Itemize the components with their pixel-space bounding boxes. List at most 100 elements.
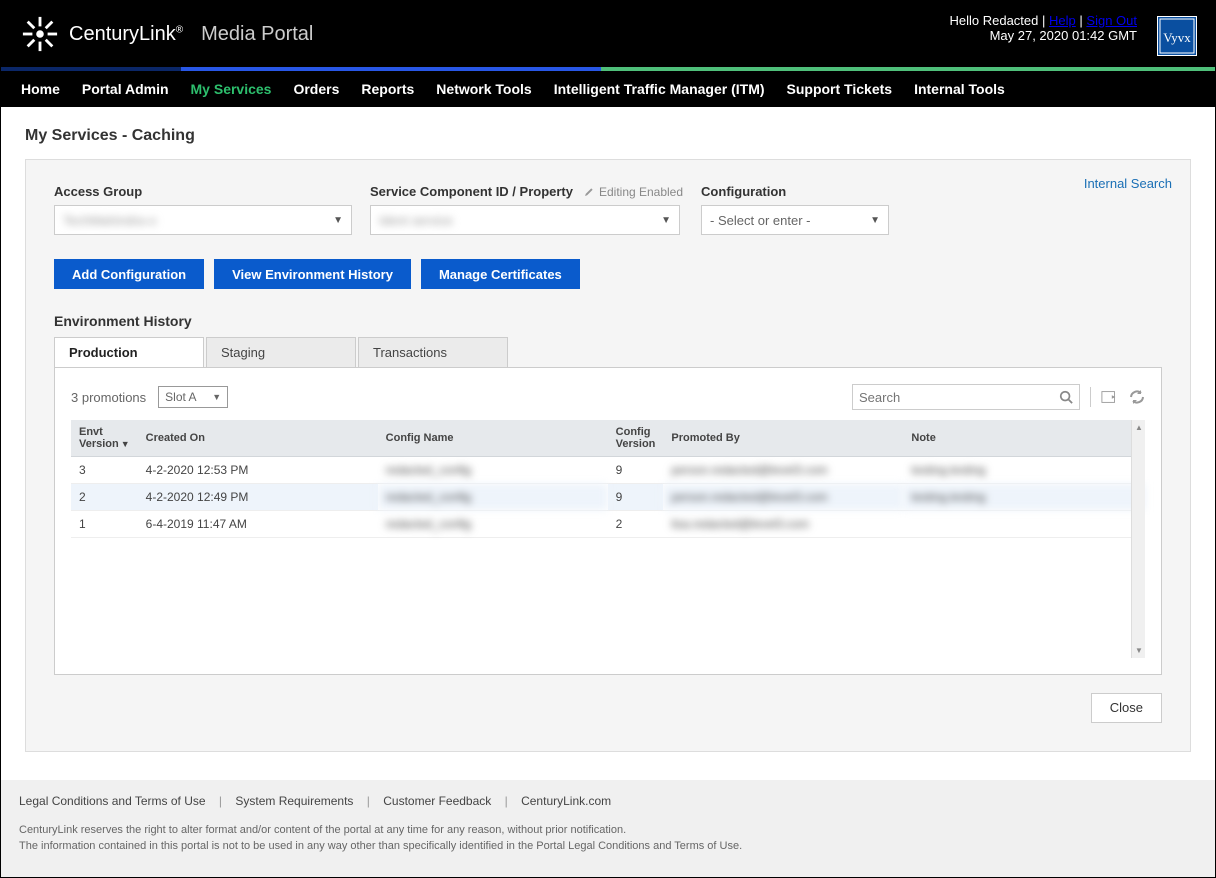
configuration-select[interactable]: - Select or enter - ▼	[701, 205, 889, 235]
nav-support-tickets[interactable]: Support Tickets	[787, 81, 893, 97]
portal-subtitle: Media Portal	[201, 23, 313, 46]
table-wrap: Envt Version▼ Created On Config Name Con…	[71, 420, 1145, 658]
close-button[interactable]: Close	[1091, 693, 1162, 723]
cell-config-version[interactable]: 9	[608, 484, 664, 511]
top-right-links: Hello Redacted | Help | Sign Out May 27,…	[949, 13, 1137, 43]
internal-search-link[interactable]: Internal Search	[1084, 176, 1172, 191]
footer-links: Legal Conditions and Terms of Use | Syst…	[19, 794, 1197, 808]
footer-cl-link[interactable]: CenturyLink.com	[521, 794, 611, 808]
nav-my-services[interactable]: My Services	[191, 81, 272, 97]
brand-text: CenturyLink®	[69, 23, 183, 46]
manage-certificates-button[interactable]: Manage Certificates	[421, 259, 580, 289]
col-envt-version[interactable]: Envt Version▼	[71, 420, 138, 457]
nav-orders[interactable]: Orders	[293, 81, 339, 97]
cell-config-name[interactable]: redacted_config	[378, 511, 608, 538]
cell-note	[903, 511, 1145, 538]
access-group-label: Access Group	[54, 184, 352, 199]
caret-down-icon: ▼	[333, 215, 343, 226]
slot-select[interactable]: Slot A ▼	[158, 386, 228, 408]
action-button-row: Add Configuration View Environment Histo…	[54, 259, 1162, 289]
username: Redacted	[983, 13, 1039, 28]
cell-envt: 3	[71, 457, 138, 484]
env-history-tabs: Production Staging Transactions	[54, 337, 1162, 367]
cell-note: testing.testing	[903, 484, 1145, 511]
footer-feedback-link[interactable]: Customer Feedback	[383, 794, 491, 808]
table-toolbar: 3 promotions Slot A ▼	[71, 384, 1145, 410]
col-config-version[interactable]: Config Version	[608, 420, 664, 457]
nav-portal-admin[interactable]: Portal Admin	[82, 81, 169, 97]
access-group-value: TechMahindra-o	[63, 213, 156, 228]
cell-created: 6-4-2019 11:47 AM	[138, 511, 378, 538]
sort-desc-icon: ▼	[121, 439, 130, 449]
help-link[interactable]: Help	[1049, 13, 1076, 28]
main-panel: Internal Search Access Group TechMahindr…	[25, 159, 1191, 752]
table-search-input[interactable]	[859, 390, 1059, 405]
caret-down-icon: ▼	[661, 215, 671, 226]
greeting-label: Hello	[949, 13, 979, 28]
view-environment-history-button[interactable]: View Environment History	[214, 259, 411, 289]
cell-config-name[interactable]: redacted_config	[378, 484, 608, 511]
cell-envt: 1	[71, 511, 138, 538]
tab-content-production: 3 promotions Slot A ▼	[54, 367, 1162, 675]
configuration-placeholder: - Select or enter -	[710, 213, 810, 228]
cell-config-version[interactable]: 9	[608, 457, 664, 484]
centurylink-burst-icon	[21, 15, 59, 53]
col-created-on[interactable]: Created On	[138, 420, 378, 457]
nav-itm[interactable]: Intelligent Traffic Manager (ITM)	[554, 81, 765, 97]
svg-text:Vyvx: Vyvx	[1163, 30, 1191, 45]
promotions-count: 3 promotions	[71, 390, 146, 405]
nav-reports[interactable]: Reports	[361, 81, 414, 97]
nav-internal-tools[interactable]: Internal Tools	[914, 81, 1005, 97]
scid-field: Service Component ID / Property Editing …	[370, 184, 683, 235]
tab-production[interactable]: Production	[54, 337, 204, 367]
configuration-field: Configuration - Select or enter - ▼	[701, 184, 889, 235]
promotions-table: Envt Version▼ Created On Config Name Con…	[71, 420, 1145, 658]
col-config-name[interactable]: Config Name	[378, 420, 608, 457]
access-group-select[interactable]: TechMahindra-o ▼	[54, 205, 352, 235]
signout-link[interactable]: Sign Out	[1086, 13, 1137, 28]
cell-promoted-by: person.redacted@level3.com	[663, 484, 903, 511]
top-header: CenturyLink® Media Portal Hello Redacted…	[1, 1, 1215, 67]
environment-history-title: Environment History	[54, 313, 1162, 329]
scid-value: Ident service	[379, 213, 453, 228]
col-promoted-by[interactable]: Promoted By	[663, 420, 903, 457]
cell-config-name[interactable]: redacted_config	[378, 457, 608, 484]
header-timestamp: May 27, 2020 01:42 GMT	[949, 28, 1137, 43]
footer-disclaimer: CenturyLink reserves the right to alter …	[19, 822, 1197, 855]
table-row[interactable]: 2 4-2-2020 12:49 PM redacted_config 9 pe…	[71, 484, 1145, 511]
scid-select[interactable]: Ident service ▼	[370, 205, 680, 235]
refresh-icon[interactable]	[1129, 389, 1145, 405]
nav-home[interactable]: Home	[21, 81, 60, 97]
caret-down-icon: ▼	[870, 215, 880, 226]
cell-note: testing.testing	[903, 457, 1145, 484]
access-group-field: Access Group TechMahindra-o ▼	[54, 184, 352, 235]
scid-label: Service Component ID / Property Editing …	[370, 184, 683, 199]
scroll-down-icon[interactable]: ▼	[1132, 644, 1146, 658]
scroll-up-icon[interactable]: ▲	[1132, 420, 1146, 434]
cell-promoted-by: lisa.redacted@level3.com	[663, 511, 903, 538]
table-row[interactable]: 1 6-4-2019 11:47 AM redacted_config 2 li…	[71, 511, 1145, 538]
cell-created: 4-2-2020 12:49 PM	[138, 484, 378, 511]
footer-sysreq-link[interactable]: System Requirements	[235, 794, 353, 808]
nav-network-tools[interactable]: Network Tools	[436, 81, 531, 97]
export-icon[interactable]	[1101, 389, 1119, 405]
footer-legal-link[interactable]: Legal Conditions and Terms of Use	[19, 794, 206, 808]
slot-value: Slot A	[165, 390, 196, 404]
tab-staging[interactable]: Staging	[206, 337, 356, 367]
filter-row: Access Group TechMahindra-o ▼ Service Co…	[54, 184, 1162, 235]
table-row[interactable]: 3 4-2-2020 12:53 PM redacted_config 9 pe…	[71, 457, 1145, 484]
accent-stripe	[1, 67, 1215, 71]
main-nav: Home Portal Admin My Services Orders Rep…	[1, 71, 1215, 107]
cell-config-version[interactable]: 2	[608, 511, 664, 538]
col-note[interactable]: Note	[903, 420, 1145, 457]
cell-envt: 2	[71, 484, 138, 511]
vyvx-logo-icon: Vyvx	[1157, 16, 1197, 56]
cell-promoted-by: person.redacted@level3.com	[663, 457, 903, 484]
add-configuration-button[interactable]: Add Configuration	[54, 259, 204, 289]
tab-transactions[interactable]: Transactions	[358, 337, 508, 367]
cell-created: 4-2-2020 12:53 PM	[138, 457, 378, 484]
table-search[interactable]	[852, 384, 1080, 410]
page-title: My Services - Caching	[25, 127, 1191, 145]
caret-down-icon: ▼	[212, 392, 221, 402]
table-scrollbar[interactable]: ▲ ▼	[1131, 420, 1145, 658]
